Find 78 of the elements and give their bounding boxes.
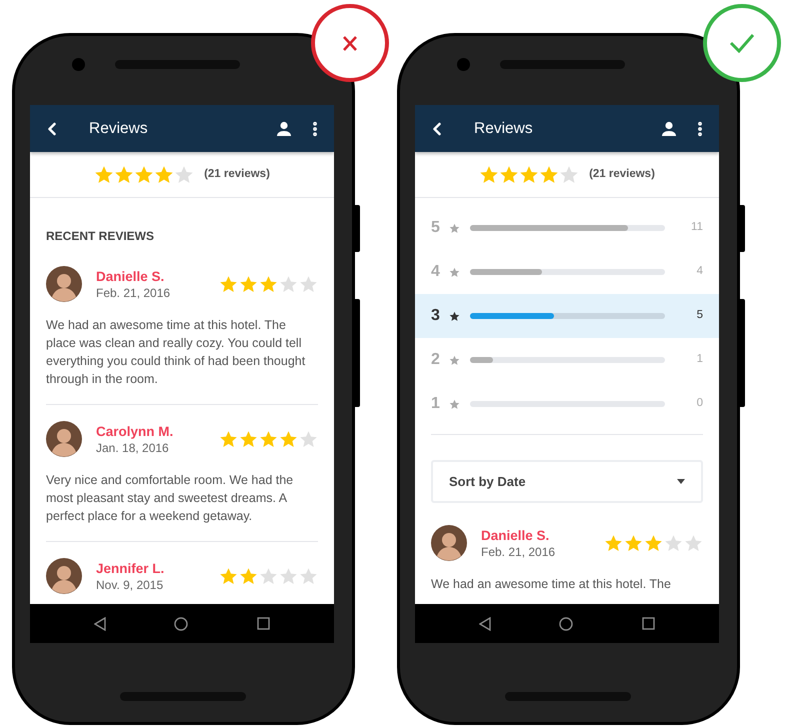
star-icon: [604, 534, 623, 552]
review-text: We had an awesome time at this hotel. The: [431, 576, 672, 593]
star-icon: [239, 430, 258, 448]
rating-label: 3: [431, 306, 441, 326]
star-icon: [259, 430, 278, 448]
star-icon: [519, 164, 540, 184]
star-icon: [684, 534, 703, 552]
review-text: We had an awesome time at this hotel. The place was clean and really cozy. You could tell everything you could think of had been thought through in the room.: [46, 317, 306, 388]
rating-row[interactable]: 3 5: [415, 294, 719, 338]
star-icon: [259, 566, 278, 586]
star-icon: [279, 566, 298, 586]
star-icon: [624, 534, 643, 552]
review-date: Jan. 18, 2016: [96, 440, 170, 456]
reviewer-name[interactable]: Danielle S.: [96, 268, 170, 284]
rating-count: 11: [691, 220, 703, 236]
star-icon: [449, 222, 460, 234]
back-triangle-icon[interactable]: [479, 616, 492, 630]
star-icon: [219, 274, 238, 294]
rating-count: 4: [696, 264, 703, 280]
sort-dropdown[interactable]: Sort by Date: [431, 460, 703, 503]
star-icon: [279, 274, 298, 294]
review-text: Very nice and comfortable room. We had the most pleasant stay and sweetest dreams. A perfect place for a weekend getaway.: [46, 472, 294, 525]
star-icon: [94, 164, 114, 184]
review-date: Feb. 21, 2016: [96, 284, 170, 300]
rating-count: 5: [696, 308, 703, 324]
review-date: Feb. 21, 2016: [481, 544, 556, 560]
section-heading: RECENT REVIEWS: [46, 229, 154, 243]
star-icon: [134, 164, 154, 184]
star-icon: [559, 164, 580, 184]
star-icon: [219, 430, 238, 448]
rating-label: 1: [431, 394, 441, 414]
star-icon: [299, 566, 318, 586]
star-icon: [449, 310, 460, 322]
star-icon: [299, 430, 318, 448]
avatar-silhouette-icon: [431, 525, 467, 561]
star-icon: [259, 274, 278, 294]
star-icon: [664, 534, 683, 552]
star-icon: [279, 430, 298, 448]
star-icon: [449, 266, 460, 278]
rating-label: 4: [431, 262, 441, 282]
rating-label: 5: [431, 218, 441, 238]
close-icon: [343, 36, 357, 50]
rating-label: 2: [431, 350, 441, 370]
reviewer-name[interactable]: Jennifer L.: [96, 560, 164, 576]
avatar-silhouette-icon: [46, 558, 82, 594]
star-icon: [154, 164, 174, 184]
avatar-silhouette-icon: [46, 421, 82, 457]
rating-count: 1: [696, 352, 703, 368]
star-icon: [449, 354, 460, 366]
home-circle-icon[interactable]: [559, 616, 574, 630]
recents-square-icon[interactable]: [642, 617, 655, 630]
back-triangle-icon[interactable]: [94, 616, 106, 630]
home-circle-icon[interactable]: [174, 616, 188, 630]
recents-square-icon[interactable]: [256, 617, 270, 630]
star-icon: [539, 164, 560, 184]
caret-icon: [677, 479, 685, 484]
reviewer-name[interactable]: Danielle S.: [481, 526, 556, 544]
star-icon: [219, 566, 238, 586]
review-count: (21 reviews): [204, 166, 270, 182]
star-icon: [174, 164, 194, 184]
avatar-silhouette-icon: [46, 266, 82, 302]
star-icon: [499, 164, 520, 184]
reviewer-name[interactable]: Carolynn M.: [96, 422, 174, 440]
star-icon: [239, 566, 258, 586]
profile-icon[interactable]: [276, 120, 292, 136]
star-icon: [299, 274, 318, 294]
star-icon: [239, 274, 258, 294]
profile-icon[interactable]: [661, 120, 677, 136]
rating-count: 0: [696, 396, 703, 412]
star-icon: [644, 534, 663, 552]
star-icon: [479, 164, 500, 184]
star-icon: [114, 164, 134, 184]
star-icon: [449, 398, 460, 410]
screen-title: Reviews: [474, 118, 533, 139]
check-icon: [729, 33, 755, 53]
review-count: (21 reviews): [589, 166, 655, 182]
screen-title: Reviews: [89, 118, 148, 139]
review-date: Nov. 9, 2015: [96, 576, 164, 592]
